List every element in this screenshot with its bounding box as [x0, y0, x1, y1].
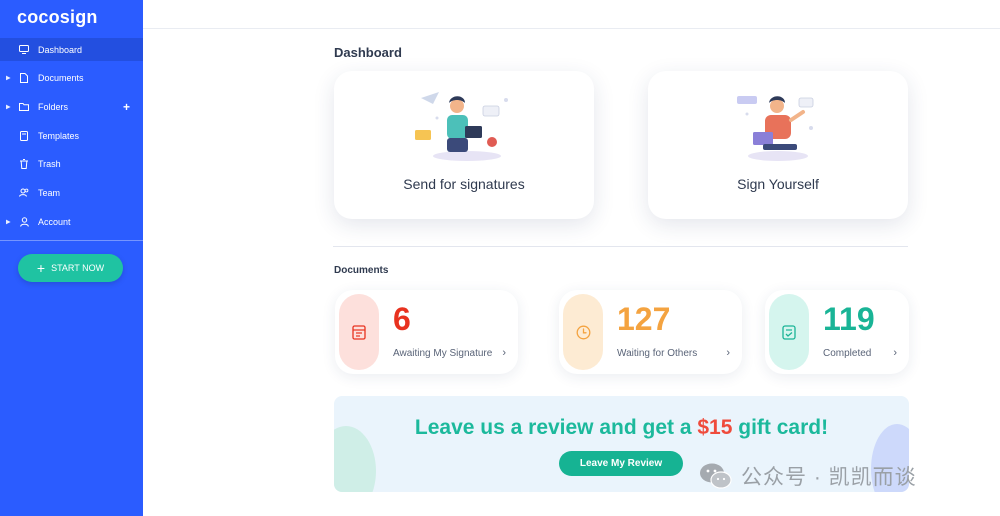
stat-pill: [563, 294, 603, 370]
chevron-right-icon[interactable]: ›: [726, 347, 730, 359]
stat-pill: [339, 294, 379, 370]
send-illustration-icon: [415, 92, 508, 161]
document-check-icon: [782, 324, 796, 340]
sidebar-item-documents[interactable]: ▶ Documents: [0, 67, 143, 90]
documents-title: Documents: [334, 265, 389, 276]
sidebar-item-team[interactable]: Team: [0, 181, 143, 204]
stat-pill: [769, 294, 809, 370]
banner-text-after: gift card!: [732, 416, 829, 439]
start-now-button[interactable]: + START NOW: [18, 254, 123, 282]
sidebar: cocosign Dashboard ▶ Documents ▶ Folders…: [0, 0, 143, 516]
monitor-icon: [19, 45, 29, 55]
clock-icon: [576, 325, 590, 339]
stat-label: Awaiting My Signature: [393, 348, 493, 359]
top-bar: [143, 0, 1000, 29]
start-now-label: START NOW: [51, 263, 105, 273]
chevron-right-icon[interactable]: ›: [893, 347, 897, 359]
sidebar-item-account[interactable]: ▶ Account: [0, 210, 143, 233]
send-for-signatures-label: Send for signatures: [403, 176, 525, 192]
user-icon: [19, 216, 29, 227]
send-for-signatures-card[interactable]: Send for signatures: [334, 71, 594, 219]
team-icon: [19, 188, 29, 198]
section-divider: [333, 246, 908, 247]
sign-yourself-card[interactable]: Sign Yourself: [648, 71, 908, 219]
folder-icon: [19, 102, 29, 112]
stat-value: 119: [823, 301, 875, 337]
banner-text-before: Leave us a review and get a: [414, 416, 698, 439]
sidebar-item-label: Trash: [38, 159, 61, 170]
banner-headline: Leave us a review and get a $15 gift car…: [334, 416, 909, 440]
sidebar-item-label: Team: [38, 187, 61, 198]
leave-review-button[interactable]: Leave My Review: [559, 451, 683, 476]
sidebar-item-label: Account: [38, 216, 71, 227]
sidebar-item-folders[interactable]: ▶ Folders +: [0, 95, 143, 118]
stat-waiting-for-others[interactable]: 127 Waiting for Others ›: [559, 290, 742, 374]
sidebar-item-dashboard[interactable]: Dashboard: [0, 38, 143, 61]
file-icon: [19, 73, 29, 84]
sign-illustration-icon: [737, 96, 814, 161]
stat-value: 127: [617, 301, 671, 337]
stat-label: Completed: [823, 348, 872, 359]
app-window: cocosign Dashboard ▶ Documents ▶ Folders…: [0, 0, 1000, 516]
caret-right-icon[interactable]: ▶: [6, 75, 11, 82]
sign-yourself-label: Sign Yourself: [737, 176, 819, 192]
sidebar-item-label: Folders: [38, 101, 69, 112]
caret-right-icon[interactable]: ▶: [6, 103, 11, 110]
wechat-icon: [700, 463, 732, 489]
watermark-text: 公众号 · 凯凯而谈: [741, 466, 917, 489]
caret-right-icon[interactable]: ▶: [6, 218, 11, 225]
add-folder-icon[interactable]: +: [123, 100, 130, 114]
document-sign-icon: [352, 324, 366, 340]
sidebar-divider: [0, 240, 143, 241]
sidebar-item-label: Dashboard: [38, 44, 83, 55]
app-logo[interactable]: cocosign: [17, 7, 98, 28]
plus-icon: +: [36, 260, 46, 276]
stat-label: Waiting for Others: [617, 348, 698, 359]
sidebar-item-trash[interactable]: Trash: [0, 153, 143, 176]
watermark: 公众号 · 凯凯而谈: [699, 458, 974, 494]
stat-completed[interactable]: 119 Completed ›: [765, 290, 909, 374]
sidebar-item-templates[interactable]: Templates: [0, 124, 143, 147]
stat-value: 6: [393, 301, 411, 337]
sidebar-item-label: Documents: [38, 73, 84, 84]
stat-awaiting-my-signature[interactable]: 6 Awaiting My Signature ›: [335, 290, 518, 374]
chevron-right-icon[interactable]: ›: [502, 347, 506, 359]
sidebar-item-label: Templates: [38, 130, 80, 141]
sidebar-nav: Dashboard ▶ Documents ▶ Folders + Templa…: [0, 38, 143, 239]
dashboard-title: Dashboard: [334, 45, 402, 60]
trash-icon: [19, 159, 29, 170]
banner-amount: $15: [697, 416, 733, 439]
template-icon: [19, 130, 29, 141]
